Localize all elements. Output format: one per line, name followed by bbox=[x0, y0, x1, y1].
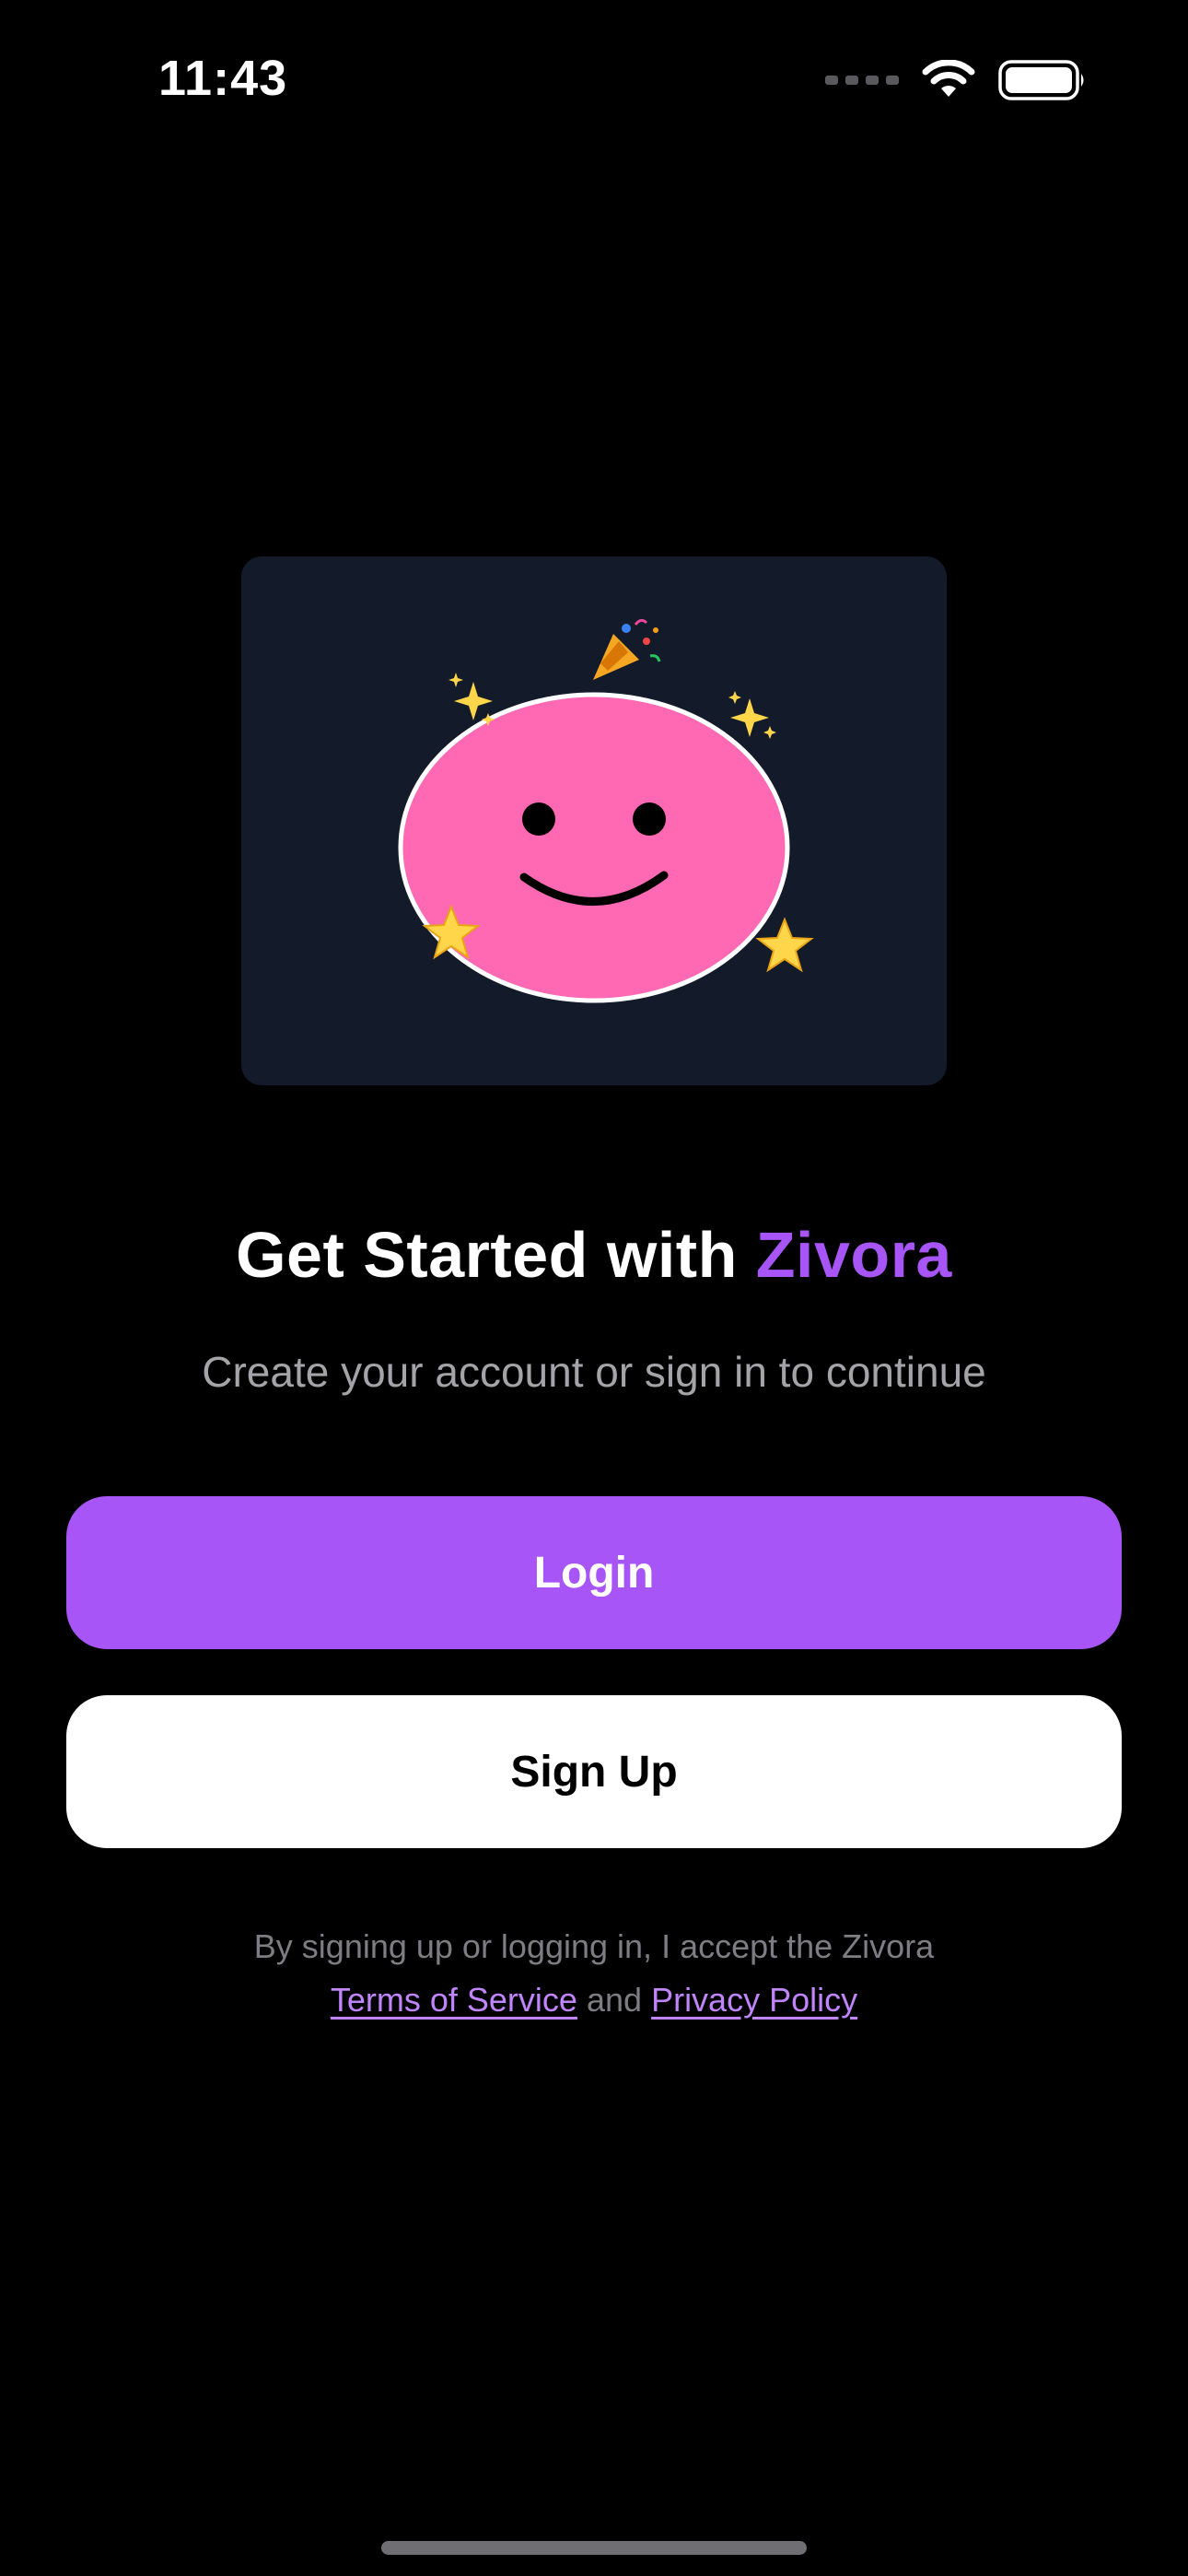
status-time: 11:43 bbox=[158, 51, 288, 106]
onboarding-screen: 11:43 Get Started with Zivora Create you… bbox=[0, 0, 1188, 2576]
page-subtitle: Create your account or sign in to contin… bbox=[202, 1348, 986, 1396]
page-title-prefix: Get Started with bbox=[236, 1219, 738, 1291]
page-title: Get Started with Zivora bbox=[0, 1218, 1188, 1292]
hero-illustration-card bbox=[241, 556, 947, 1085]
blob-right-eye bbox=[633, 802, 666, 836]
wifi-icon bbox=[922, 60, 975, 97]
home-indicator bbox=[381, 2541, 807, 2555]
legal-intro: By signing up or logging in, I accept th… bbox=[253, 1927, 935, 1965]
smiling-blob bbox=[398, 692, 790, 1003]
star-icon bbox=[755, 917, 814, 973]
sparkles-icon bbox=[448, 673, 495, 726]
status-indicators bbox=[825, 57, 1087, 103]
legal-links: Terms of Service and Privacy Policy bbox=[0, 1973, 1188, 2027]
legal-joiner: and bbox=[586, 1981, 643, 2019]
hero-illustration bbox=[398, 618, 814, 1003]
terms-of-service-link[interactable]: Terms of Service bbox=[331, 1981, 577, 2019]
sign-up-button[interactable]: Sign Up bbox=[66, 1695, 1122, 1848]
cellular-signal-icon bbox=[825, 76, 899, 85]
login-button[interactable]: Login bbox=[66, 1496, 1122, 1649]
sparkles-icon bbox=[728, 691, 776, 739]
brand-name: Zivora bbox=[755, 1219, 952, 1291]
blob-left-eye bbox=[522, 802, 555, 836]
legal-notice: By signing up or logging in, I accept th… bbox=[0, 1920, 1188, 2027]
party-popper-icon bbox=[593, 618, 661, 680]
privacy-policy-link[interactable]: Privacy Policy bbox=[651, 1981, 857, 2019]
battery-icon bbox=[998, 60, 1084, 100]
